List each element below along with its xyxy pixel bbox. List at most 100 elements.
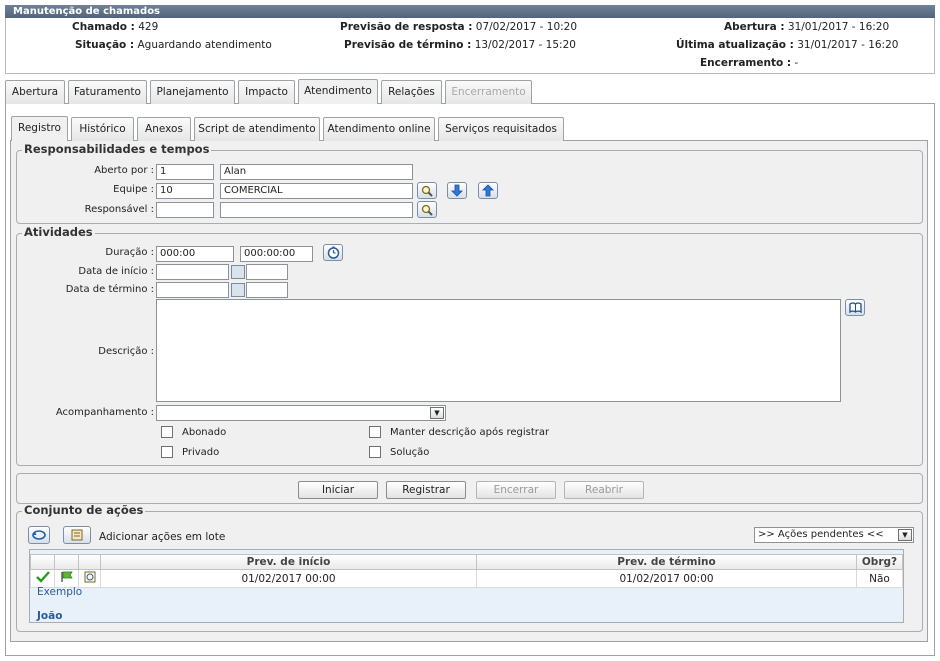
situacao-value: Aguardando atendimento — [137, 39, 272, 51]
timer-button[interactable] — [323, 244, 343, 261]
table-row[interactable]: 01/02/2017 00:00 01/02/2017 00:00 Não — [30, 569, 903, 588]
reabrir-button: Reabrir — [564, 481, 644, 499]
prev-termino-value: 13/02/2017 - 15:20 — [474, 39, 576, 51]
flag-action-cell[interactable] — [54, 569, 79, 588]
text-model-button[interactable] — [845, 299, 865, 316]
aberto-por-label: Aberto por : — [94, 165, 154, 176]
actions-table: Prev. de início Prev. de término Obrg? 0… — [30, 554, 903, 588]
window-title: Manutenção de chamados — [5, 5, 935, 18]
tab-anexos[interactable]: Anexos — [137, 117, 191, 141]
responsabilidades-legend: Responsabilidades e tempos — [22, 142, 212, 156]
acompanhamento-select[interactable]: ▼ — [156, 405, 446, 421]
chamado-value: 429 — [138, 21, 159, 33]
search-icon — [421, 185, 433, 197]
situacao-field: Situação : Aguardando atendimento — [75, 39, 272, 51]
schedule-icon — [84, 571, 95, 583]
data-termino-label: Data de término : — [65, 284, 154, 295]
stopwatch-icon — [327, 246, 339, 259]
calendar-icon[interactable] — [231, 283, 245, 297]
data-inicio-label: Data de início : — [78, 266, 154, 277]
data-termino-date-input[interactable] — [156, 282, 229, 298]
abonado-checkbox[interactable] — [161, 426, 173, 438]
tab-script-atendimento[interactable]: Script de atendimento — [194, 117, 320, 141]
privado-label: Privado — [182, 447, 220, 458]
batch-add-button[interactable] — [63, 526, 91, 544]
registrar-button[interactable]: Registrar — [386, 481, 466, 499]
responsavel-search-button[interactable] — [417, 201, 437, 218]
flag-icon — [60, 571, 73, 582]
row-prev-termino: 01/02/2017 00:00 — [476, 569, 857, 588]
duracao-input[interactable]: 000:00 — [156, 246, 234, 262]
equipe-name-input[interactable]: COMERCIAL — [220, 183, 413, 199]
abertura-field: Abertura : 31/01/2017 - 16:20 — [724, 21, 889, 33]
privado-checkbox[interactable] — [161, 446, 173, 458]
abonado-label: Abonado — [182, 427, 227, 438]
complete-action-cell[interactable] — [30, 569, 55, 588]
chamado-label: Chamado : — [72, 21, 135, 33]
encerramento-label: Encerramento : — [700, 57, 792, 69]
arrow-up-icon — [482, 184, 494, 197]
batch-add-icon — [71, 529, 83, 541]
move-down-button[interactable] — [447, 182, 467, 199]
col-prev-inicio[interactable]: Prev. de início — [100, 554, 477, 570]
duracao-full-input[interactable]: 000:00:00 — [240, 246, 313, 262]
tab-faturamento[interactable]: Faturamento — [68, 80, 147, 104]
refresh-actions-button[interactable] — [28, 526, 50, 544]
manter-descricao-label: Manter descrição após registrar — [390, 427, 550, 438]
manter-descricao-checkbox[interactable] — [369, 426, 381, 438]
iniciar-button[interactable]: Iniciar — [298, 481, 378, 499]
aberto-por-name-input[interactable]: Alan — [220, 164, 413, 180]
check-icon — [35, 571, 50, 583]
tab-encerramento: Encerramento — [445, 80, 532, 104]
action-bar — [16, 473, 923, 504]
data-inicio-time-input[interactable] — [246, 264, 288, 280]
solucao-checkbox[interactable] — [369, 446, 381, 458]
tab-servicos-requisitados[interactable]: Serviços requisitados — [438, 117, 564, 141]
chevron-down-icon: ▼ — [430, 407, 444, 419]
col-prev-termino[interactable]: Prev. de término — [476, 554, 857, 570]
prev-resposta-value: 07/02/2017 - 10:20 — [475, 21, 578, 33]
responsavel-label: Responsável : — [84, 204, 154, 215]
encerramento-value: - — [794, 57, 799, 69]
actions-filter-select[interactable]: >> Ações pendentes << ▼ — [754, 527, 914, 543]
arrow-down-icon — [451, 184, 463, 197]
tab-impacto[interactable]: Impacto — [238, 80, 295, 104]
tab-planejamento[interactable]: Planejamento — [150, 80, 235, 104]
calendar-icon[interactable] — [231, 265, 245, 279]
data-termino-time-input[interactable] — [246, 282, 288, 298]
edit-action-cell[interactable] — [78, 569, 101, 588]
atividades-legend: Atividades — [22, 225, 95, 239]
tab-abertura[interactable]: Abertura — [5, 80, 65, 104]
descricao-textarea[interactable] — [156, 299, 841, 402]
tab-relacoes[interactable]: Relações — [381, 80, 442, 104]
refresh-icon — [32, 530, 46, 540]
solucao-label: Solução — [390, 447, 430, 458]
ticket-header: Chamado : 429 Situação : Aguardando aten… — [5, 18, 935, 74]
ultima-atualizacao-field: Última atualização : 31/01/2017 - 16:20 — [676, 39, 898, 51]
encerramento-field: Encerramento : - — [700, 57, 798, 69]
actions-filter-value: >> Ações pendentes << — [758, 529, 884, 540]
search-icon — [421, 204, 433, 216]
tab-atendimento-online[interactable]: Atendimento online — [323, 117, 435, 141]
prev-termino-label: Previsão de término : — [344, 39, 472, 51]
responsavel-code-input[interactable] — [156, 202, 214, 218]
adicionar-lote-label[interactable]: Adicionar ações em lote — [99, 531, 225, 543]
equipe-code-input[interactable]: 10 — [156, 183, 214, 199]
tab-atendimento[interactable]: Atendimento — [298, 79, 378, 104]
action-name-link[interactable]: Exemplo — [37, 586, 82, 598]
conjunto-acoes-legend: Conjunto de ações — [22, 503, 146, 517]
descricao-label: Descrição : — [98, 346, 154, 357]
move-up-button[interactable] — [478, 182, 498, 199]
equipe-search-button[interactable] — [417, 182, 437, 199]
tab-historico[interactable]: Histórico — [71, 117, 134, 141]
col-obrg[interactable]: Obrg? — [856, 554, 903, 570]
chamado-field: Chamado : 429 — [72, 21, 158, 33]
chevron-down-icon: ▼ — [898, 529, 912, 541]
col-action-3 — [78, 554, 101, 570]
data-inicio-date-input[interactable] — [156, 264, 229, 280]
ultima-value: 31/01/2017 - 16:20 — [797, 39, 899, 51]
responsavel-name-input[interactable] — [220, 202, 413, 218]
tab-registro[interactable]: Registro — [11, 116, 68, 141]
row-obrg: Não — [856, 569, 903, 588]
aberto-por-code-input[interactable]: 1 — [156, 164, 214, 180]
